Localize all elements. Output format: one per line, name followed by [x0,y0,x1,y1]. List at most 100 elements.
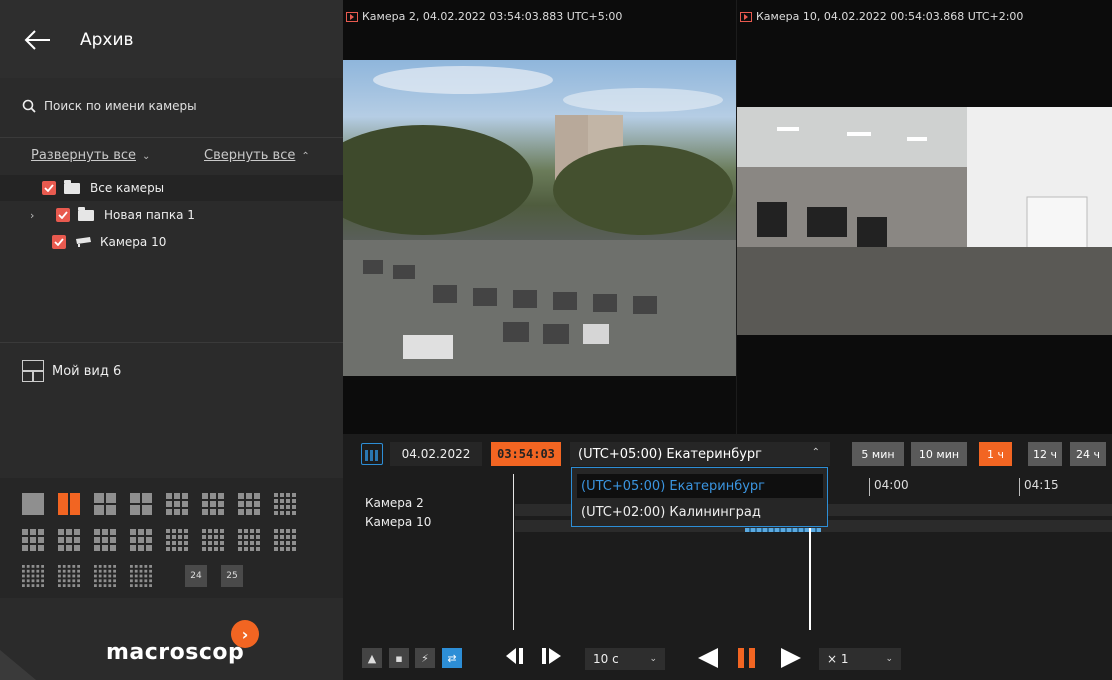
brand-area [0,598,343,680]
layout-picker: 24 25 [0,478,343,598]
track-label: Камера 10 [365,515,432,529]
timezone-value: (UTC+05:00) Екатеринбург [578,446,762,462]
divider [0,137,343,138]
playback-position[interactable] [809,528,811,630]
expand-all-link[interactable]: Развернуть все ⌄ [31,148,150,163]
camera-search[interactable] [22,94,322,118]
search-icon [22,99,36,113]
layout-17-icon[interactable] [22,565,44,587]
playback-controls: ▲ ▪ ⚡ ⇄ 10 с ⌄ × 1 ⌄ [343,634,1112,680]
bookmark-icon[interactable]: ▪ [389,648,409,668]
chevron-down-icon: ⌄ [142,151,151,162]
camera-title-text: Камера 10, 04.02.2022 00:54:03.868 UTC+2… [756,10,1024,23]
zoom-24h-button[interactable]: 24 ч [1070,442,1106,466]
time-field[interactable]: 03:54:03 [491,442,561,466]
events-lightning-icon[interactable]: ⚡ [415,648,435,668]
logo-arrow-icon: › [231,620,259,648]
view-name: Мой вид 6 [52,363,122,379]
divider [0,342,343,343]
chevron-down-icon: ⌄ [649,654,657,664]
main-area: Камера 2, 04.02.2022 03:54:03.883 UTC+5:… [343,0,1112,680]
macroscop-logo: macroscop [106,640,245,665]
layout-24-button[interactable]: 24 [185,565,207,587]
calendar-icon[interactable] [361,443,383,465]
layout-18-icon[interactable] [58,565,80,587]
zoom-12h-button[interactable]: 12 ч [1028,442,1062,466]
layout-10-icon[interactable] [58,529,80,551]
video-frame-office [737,107,1112,335]
layout-11-icon[interactable] [94,529,116,551]
view-selector[interactable]: Мой вид 6 [22,360,121,382]
sync-icon[interactable]: ⇄ [442,648,462,668]
camera-tile-1[interactable]: Камера 2, 04.02.2022 03:54:03.883 UTC+5:… [343,0,736,434]
timeline-tick: 04:00 [869,478,909,496]
layout-14-icon[interactable] [202,529,224,551]
step-select[interactable]: 10 с ⌄ [585,648,665,670]
layout-9-icon[interactable] [22,529,44,551]
page-title: Архив [80,30,134,50]
camera-title-text: Камера 2, 04.02.2022 03:54:03.883 UTC+5:… [362,10,623,23]
chevron-down-icon: ⌄ [885,654,893,664]
folder-icon [78,206,94,221]
speed-value: × 1 [827,652,849,666]
tree-item-all-cameras[interactable]: Все камеры [0,175,343,201]
zoom-1h-button[interactable]: 1 ч [979,442,1012,466]
camera-icon [76,237,91,247]
timezone-option[interactable]: (UTC+02:00) Калининград [577,500,823,524]
tree-item-camera-10[interactable]: Камера 10 [0,229,343,255]
layout-4-icon[interactable] [130,493,152,515]
checkbox-checked-icon[interactable] [56,208,70,222]
timezone-select[interactable]: (UTC+05:00) Екатеринбург ⌃ [570,442,830,466]
play-backward-icon[interactable] [696,646,720,670]
alarm-icon[interactable]: ▲ [362,648,382,668]
speed-select[interactable]: × 1 ⌄ [819,648,901,670]
chevron-up-icon: ⌃ [811,447,820,458]
video-frame-outdoor [343,66,736,376]
checkbox-checked-icon[interactable] [52,235,66,249]
layout-12-icon[interactable] [130,529,152,551]
layout-8-icon[interactable] [274,493,296,515]
pause-icon[interactable] [735,646,759,670]
step-back-icon[interactable] [504,646,528,666]
sidebar: Архив Развернуть все ⌄ Свернуть все ⌃ Все … [0,0,343,680]
collapse-all-link[interactable]: Свернуть все ⌃ [204,148,310,163]
layout-7-icon[interactable] [238,493,260,515]
tree-item-label: Камера 10 [100,235,167,249]
layout-3-icon[interactable] [94,493,116,515]
tree-item-folder[interactable]: › Новая папка 1 [0,202,343,228]
grid-view-icon [22,360,44,382]
timezone-dropdown: (UTC+05:00) Екатеринбург (UTC+02:00) Кал… [571,467,828,527]
timezone-option[interactable]: (UTC+05:00) Екатеринбург [577,474,823,498]
layout-19-icon[interactable] [94,565,116,587]
resize-corner[interactable] [0,650,36,680]
video-feed[interactable] [737,107,1112,335]
layout-15-icon[interactable] [238,529,260,551]
timeline-cursor[interactable] [513,474,514,630]
camera-tile-2[interactable]: Камера 10, 04.02.2022 00:54:03.868 UTC+2… [737,0,1112,434]
search-input[interactable] [42,98,302,114]
layout-25-button[interactable]: 25 [221,565,243,587]
layout-5-icon[interactable] [166,493,188,515]
back-arrow-icon[interactable] [24,28,52,52]
step-value: 10 с [593,652,619,666]
zoom-10min-button[interactable]: 10 мин [911,442,967,466]
date-field[interactable]: 04.02.2022 [390,442,482,466]
checkbox-checked-icon[interactable] [42,181,56,195]
video-feed[interactable] [343,60,736,376]
zoom-5min-button[interactable]: 5 мин [852,442,904,466]
layout-16-icon[interactable] [274,529,296,551]
timeline-tick: 04:15 [1019,478,1059,496]
layout-6-icon[interactable] [202,493,224,515]
layout-icons [22,493,296,587]
layout-2-icon[interactable] [58,493,80,515]
archive-play-icon [740,11,752,22]
layout-1-icon[interactable] [22,493,44,515]
step-forward-icon[interactable] [539,646,563,666]
tree-item-label: Новая папка 1 [104,208,195,222]
layout-13-icon[interactable] [166,529,188,551]
camera-title: Камера 10, 04.02.2022 00:54:03.868 UTC+2… [740,10,1023,23]
tree-item-label: Все камеры [90,181,165,195]
layout-20-icon[interactable] [130,565,152,587]
play-forward-icon[interactable] [779,646,803,670]
chevron-right-icon[interactable]: › [30,209,44,222]
